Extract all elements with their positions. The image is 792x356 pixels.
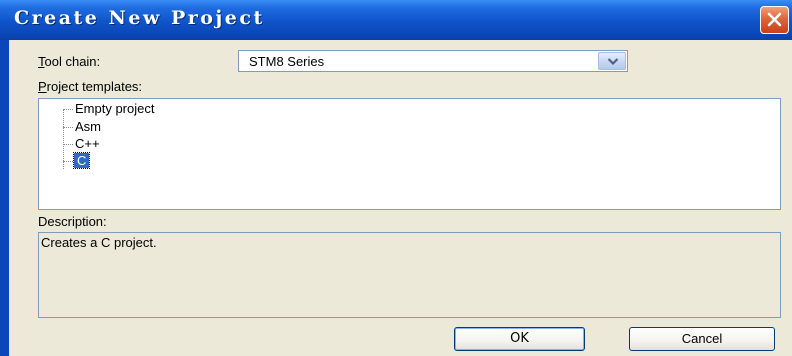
cancel-button[interactable]: Cancel bbox=[629, 327, 775, 351]
tree-branch-line bbox=[63, 144, 73, 145]
description-label: Description: bbox=[38, 214, 107, 229]
templates-label-rest: roject templates: bbox=[46, 79, 143, 94]
toolchain-label-rest: ool chain: bbox=[44, 54, 101, 69]
toolchain-dropdown-button[interactable] bbox=[598, 52, 626, 70]
templates-tree[interactable]: Empty project Asm C++ C bbox=[38, 98, 781, 210]
description-box: Creates a C project. bbox=[38, 232, 781, 318]
templates-label-mnemonic: P bbox=[38, 79, 47, 94]
close-x-icon bbox=[767, 12, 782, 27]
tree-branch-line bbox=[63, 127, 73, 128]
tree-item-label: Asm bbox=[75, 119, 101, 134]
tree-branch-line bbox=[63, 109, 73, 110]
chevron-down-icon bbox=[607, 58, 619, 66]
window-left-border bbox=[0, 40, 9, 356]
ok-button[interactable]: OK bbox=[454, 327, 585, 351]
tree-connector-line bbox=[63, 109, 64, 169]
window-title: Create New Project bbox=[14, 7, 265, 29]
title-bar: Create New Project bbox=[0, 0, 792, 40]
templates-label: Project templates: bbox=[38, 79, 142, 94]
tree-item-label: C++ bbox=[75, 136, 100, 151]
close-button[interactable] bbox=[760, 6, 789, 34]
toolchain-select[interactable]: STM8 Series bbox=[238, 50, 628, 72]
toolchain-value: STM8 Series bbox=[249, 54, 325, 69]
tree-branch-line bbox=[63, 161, 73, 162]
create-project-dialog: Create New Project Tool chain: STM8 Seri… bbox=[0, 0, 792, 356]
tree-item-label-selected: C bbox=[72, 152, 91, 169]
toolchain-label: Tool chain: bbox=[38, 54, 100, 69]
description-text: Creates a C project. bbox=[41, 235, 157, 250]
tree-item-label: Empty project bbox=[75, 101, 155, 116]
